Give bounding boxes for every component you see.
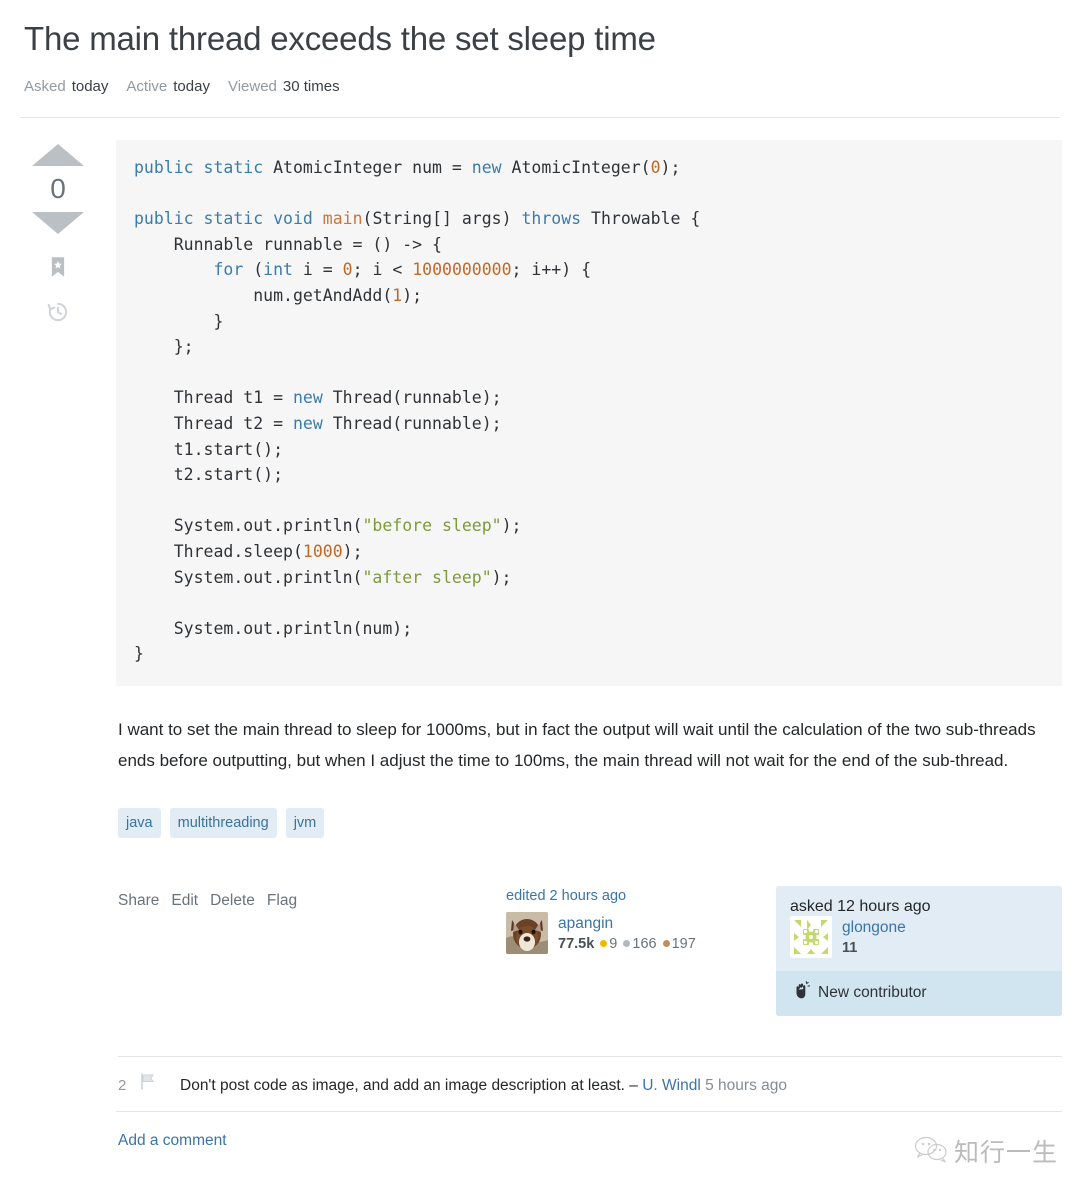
editor-avatar[interactable] [506, 911, 548, 954]
code-token-num: 1000000000 [412, 260, 512, 280]
asker-info: glongone 11 [842, 916, 906, 959]
meta-active-label: Active [126, 78, 168, 95]
tag-list: java multithreading jvm [116, 776, 1062, 838]
code-token-k: public [134, 158, 194, 177]
code-token-k: int [263, 260, 293, 280]
asker-reputation: 11 [842, 939, 858, 956]
tag-multithreading[interactable]: multithreading [169, 807, 277, 838]
question-post: 0 public static AtomicInteger num = new … [18, 118, 1062, 1150]
code-token-k: throws [521, 209, 582, 229]
tag-java[interactable]: java [118, 807, 161, 838]
code-token-fn: main [322, 209, 363, 229]
post-body-cell: public static AtomicInteger num = new At… [98, 140, 1062, 1150]
upvote-arrow-icon[interactable] [32, 144, 84, 166]
new-contributor-label: New contributor [818, 984, 927, 1002]
delete-link[interactable]: Delete [210, 892, 255, 910]
watermark-text: 知行一生 [953, 1138, 1058, 1167]
comment-flag-icon[interactable] [140, 1071, 180, 1090]
code-token-num: 0 [650, 158, 661, 177]
code-token-num: 1000 [302, 541, 343, 561]
comment-text-wrap: Don't post code as image, and add an ima… [180, 1075, 787, 1097]
meta-viewed: Viewed 30 times [228, 78, 340, 95]
asker-row: glongone 11 [790, 915, 1048, 959]
comment-row: 2 Don't post code as image, and add an i… [116, 1057, 1062, 1112]
comment-dash: – [629, 1076, 638, 1094]
code-token-k: public [134, 209, 194, 229]
post-footer: Share Edit Delete Flag edited 2 hours ag… [116, 838, 1062, 1016]
vote-score: 0 [50, 173, 66, 204]
question-page: The main thread exceeds the set sleep ti… [0, 0, 1080, 1191]
share-link[interactable]: Share [118, 892, 159, 910]
post-actions: Share Edit Delete Flag [118, 886, 297, 910]
code-token-num: 1 [392, 285, 403, 305]
editor-silver-count: 166 [632, 935, 657, 952]
question-body-text: I want to set the main thread to sleep f… [118, 719, 1036, 770]
editor-bronze-count: 197 [671, 935, 696, 952]
meta-viewed-label: Viewed [227, 78, 277, 95]
comment-timestamp[interactable]: 5 hours ago [705, 1077, 787, 1094]
editor-info: apangin 77.5k 9 166 197 [558, 912, 696, 955]
editor-reputation-row: 77.5k 9 166 197 [558, 934, 696, 955]
edit-link[interactable]: Edit [171, 892, 198, 910]
code-token-str: "after sleep" [362, 567, 492, 587]
meta-active: Active today [126, 78, 210, 95]
meta-asked-value: today [71, 78, 109, 95]
editor-gold-count: 9 [609, 935, 618, 952]
page-title: The main thread exceeds the set sleep ti… [24, 20, 656, 57]
tag-jvm[interactable]: jvm [285, 807, 325, 838]
asker-avatar[interactable] [790, 915, 832, 958]
wechat-icon [914, 1135, 948, 1168]
bookmark-star-icon[interactable] [47, 254, 69, 280]
new-contributor-badge: New contributor [776, 970, 1062, 1016]
code-token-str: "before sleep" [362, 516, 502, 536]
code-content: public static AtomicInteger num = new At… [134, 158, 701, 664]
code-token-k: static [203, 158, 264, 177]
code-token-k: void [273, 209, 313, 229]
editor-reputation: 77.5k [558, 935, 595, 952]
code-token-k: static [203, 209, 264, 229]
asker-reputation-row: 11 [842, 938, 906, 959]
comment-author[interactable]: U. Windl [642, 1077, 701, 1094]
editor-name[interactable]: apangin [558, 913, 696, 934]
code-token-k: new [292, 388, 323, 408]
asker-user-card: asked 12 hours ago glongone 11 New contr… [776, 885, 1062, 1016]
code-token-k: for [213, 260, 244, 280]
comment-score: 2 [118, 1076, 127, 1094]
history-clock-icon[interactable] [46, 300, 70, 324]
flag-link[interactable]: Flag [267, 892, 297, 910]
meta-asked: Asked today [24, 78, 108, 95]
comment-text: Don't post code as image, and add an ima… [180, 1076, 625, 1094]
editor-user-card: edited 2 hours ago apangin 77.5k 9 166 1… [506, 886, 756, 955]
editor-row: apangin 77.5k 9 166 197 [506, 911, 756, 955]
waving-hand-icon [790, 980, 811, 1006]
downvote-arrow-icon[interactable] [32, 212, 84, 234]
silver-badge-icon [623, 939, 631, 947]
code-block: public static AtomicInteger num = new At… [116, 140, 1062, 686]
question-meta: Asked today Active today Viewed 30 times [18, 60, 1062, 95]
edited-timestamp[interactable]: edited 2 hours ago [506, 886, 756, 912]
gold-badge-icon [600, 939, 608, 947]
bronze-badge-icon [662, 939, 670, 947]
meta-active-value: today [173, 78, 210, 95]
code-token-num: 0 [342, 260, 353, 280]
meta-asked-label: Asked [24, 78, 66, 95]
code-token-k: new [471, 158, 502, 177]
asked-timestamp: asked 12 hours ago [790, 897, 931, 915]
code-token-k: new [292, 413, 323, 433]
meta-viewed-value: 30 times [282, 78, 340, 95]
asker-name[interactable]: glongone [842, 917, 906, 938]
vote-cell: 0 [18, 140, 98, 1150]
watermark: 知行一生 [914, 1133, 1058, 1169]
